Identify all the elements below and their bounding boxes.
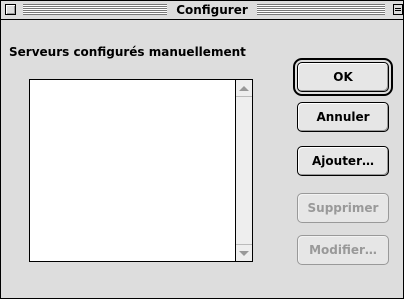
modify-button[interactable]: Modifier… bbox=[297, 235, 389, 265]
cancel-button[interactable]: Annuler bbox=[297, 102, 389, 132]
vertical-scrollbar[interactable] bbox=[235, 80, 252, 261]
ok-button[interactable]: OK bbox=[293, 58, 393, 96]
title-bar-stripes bbox=[23, 4, 167, 15]
scroll-down-arrow-icon[interactable] bbox=[236, 244, 252, 261]
title-bar-stripes bbox=[257, 4, 385, 15]
title-bar[interactable]: Configurer bbox=[1, 1, 403, 20]
scroll-up-arrow-icon[interactable] bbox=[236, 80, 252, 97]
collapse-box-icon[interactable] bbox=[393, 4, 403, 15]
add-button[interactable]: Ajouter… bbox=[297, 146, 389, 176]
configurer-window: Configurer Serveurs configurés manuellem… bbox=[0, 0, 404, 299]
remove-button[interactable]: Supprimer bbox=[297, 193, 389, 223]
window-title: Configurer bbox=[167, 1, 257, 19]
servers-label: Serveurs configurés manuellement bbox=[9, 45, 246, 59]
server-list[interactable] bbox=[29, 79, 253, 262]
close-box-icon[interactable] bbox=[5, 4, 16, 15]
